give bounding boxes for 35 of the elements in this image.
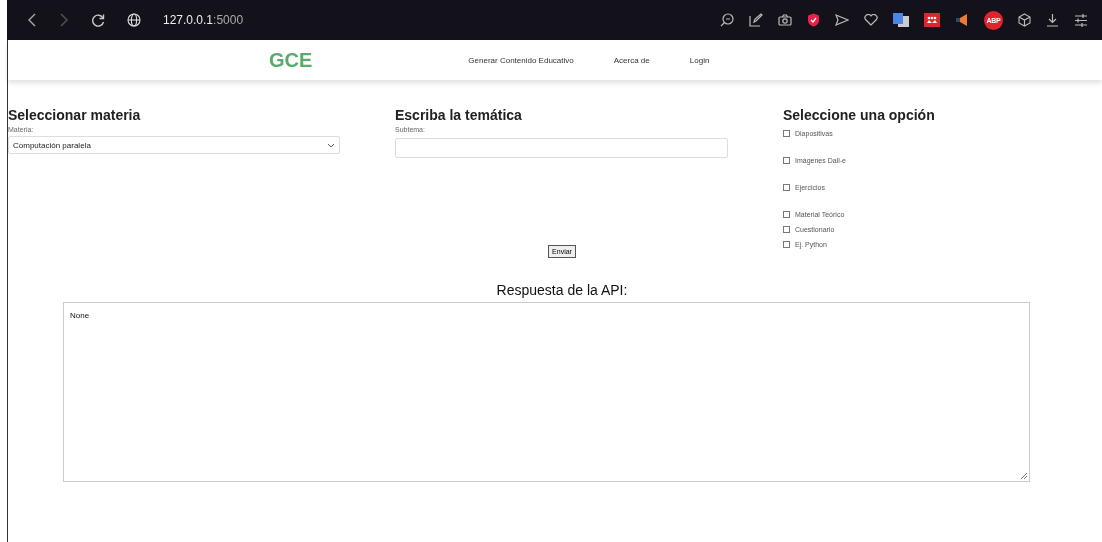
globe-icon [127, 13, 141, 27]
heart-icon[interactable] [864, 14, 878, 26]
grid-logo-icon[interactable] [924, 13, 940, 27]
response-textarea[interactable]: None [63, 302, 1030, 482]
nav-link[interactable]: Generar Contenido Educativo [468, 55, 574, 65]
response-heading: Respuesta de la API: [496, 282, 628, 298]
address-bar[interactable]: 127.0.0.1:5000 [163, 13, 244, 27]
camera-icon[interactable] [778, 14, 792, 26]
back-icon[interactable] [27, 13, 37, 27]
sliders-icon[interactable] [1074, 13, 1088, 27]
download-icon[interactable] [1046, 13, 1059, 27]
subtopic-field[interactable] [395, 138, 728, 158]
checkbox[interactable] [783, 130, 790, 137]
section-heading: Escriba la temática [395, 107, 523, 123]
send-icon[interactable] [835, 14, 849, 26]
nav-link[interactable]: Acerca de [613, 55, 650, 65]
checkbox[interactable] [783, 226, 790, 233]
reload-icon[interactable] [91, 13, 105, 27]
checkbox[interactable] [783, 157, 790, 164]
checkbox[interactable] [783, 184, 790, 191]
megaphone-icon[interactable] [955, 13, 969, 27]
checkbox[interactable] [783, 241, 790, 248]
section-heading: Seleccionar materia [8, 107, 142, 123]
zoom-out-icon[interactable] [720, 13, 734, 27]
forward-icon[interactable] [59, 13, 69, 27]
cube-icon[interactable] [1018, 13, 1031, 27]
edit-icon[interactable] [749, 13, 763, 27]
checkbox[interactable] [783, 211, 790, 218]
resize-handle-icon[interactable] [1021, 473, 1027, 479]
section-heading: Seleccione una opción [783, 107, 935, 123]
translate-icon[interactable] [893, 13, 909, 27]
nav-link[interactable]: Login [689, 55, 710, 65]
shield-icon[interactable] [807, 13, 820, 27]
chevron-down-icon [327, 142, 335, 148]
subject-dropdown[interactable]: Computación paralela [8, 136, 340, 154]
